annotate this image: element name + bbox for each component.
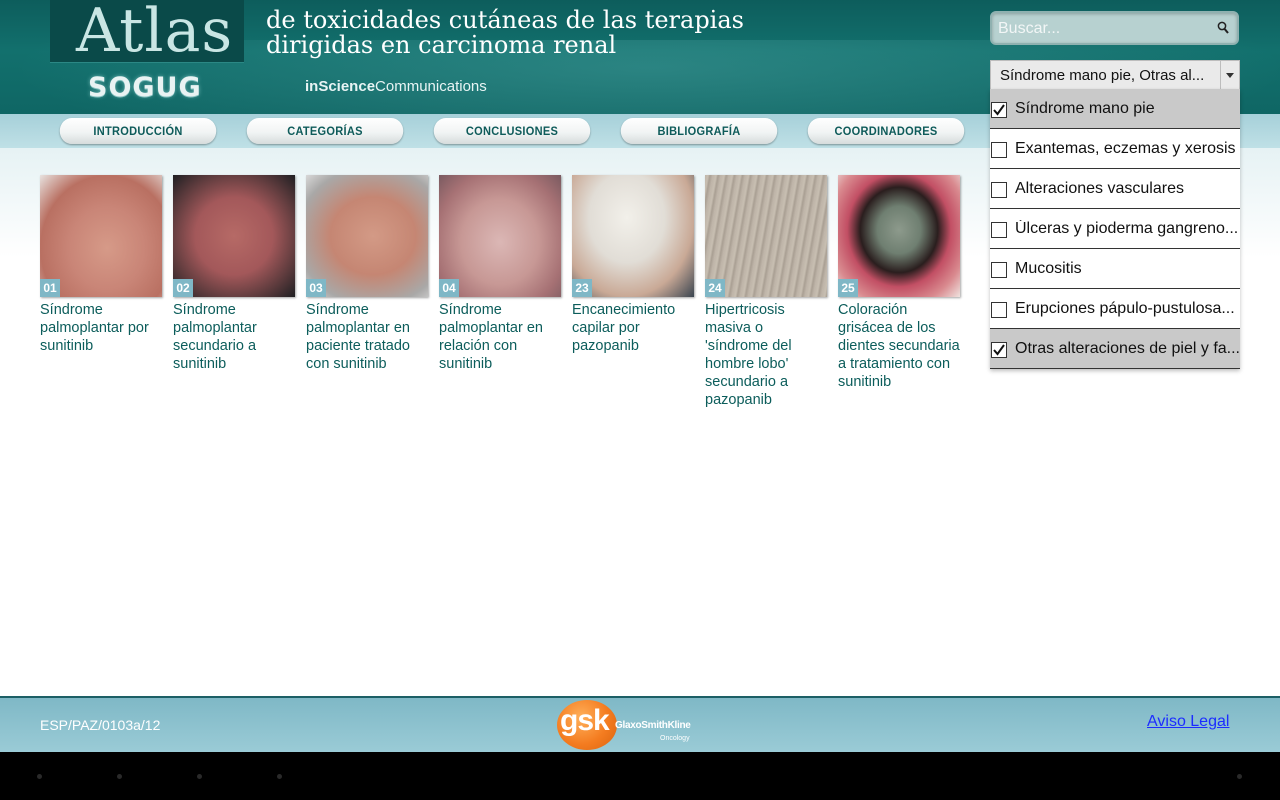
atlas-title: Atlas [76,0,234,66]
item-number-badge: 03 [306,279,326,297]
category-option-alteraciones-vasculares[interactable]: Alteraciones vasculares [990,169,1240,209]
search-input[interactable] [998,18,1208,40]
nav-coordinadores[interactable]: COORDINADORES [807,118,965,144]
gallery-item[interactable]: 04 Síndrome palmoplantar en relación con… [439,175,561,373]
checkbox-checked[interactable] [991,102,1007,118]
item-number-badge: 04 [439,279,459,297]
gallery-item[interactable]: 02 Síndrome palmoplantar secundario a su… [173,175,295,373]
gsk-logo: gsk GlaxoSmithKline Oncology [557,698,697,752]
gsk-logo-division: Oncology [660,735,690,742]
category-option-exantemas[interactable]: Exantemas, eczemas y xerosis [990,129,1240,169]
category-option-label: Síndrome mano pie [1015,100,1155,117]
checkbox[interactable] [991,182,1007,198]
publisher-logo: inScienceCommunications [305,78,487,95]
checkmark-icon [993,104,1005,116]
chevron-down-icon [1226,73,1234,78]
checkbox[interactable] [991,222,1007,238]
search-icon[interactable] [1217,21,1229,35]
category-option-label: Úlceras y pioderma gangreno... [1015,220,1239,237]
publisher-rest: Communications [375,78,487,95]
publisher-bold: inScience [305,78,376,95]
gallery-item[interactable]: 23 Encanecimiento capilar por pazopanib [572,175,694,355]
checkbox[interactable] [991,262,1007,278]
category-option-otras-alteraciones[interactable]: Otras alteraciones de piel y fa... [990,329,1240,369]
category-option-label: Exantemas, eczemas y xerosis [1015,140,1236,157]
item-caption[interactable]: Coloración grisácea de los dientes secun… [838,301,960,391]
category-option-mucositis[interactable]: Mucositis [990,249,1240,289]
item-number-badge: 24 [705,279,725,297]
menu-icon[interactable] [277,774,282,779]
gallery-item[interactable]: 25 Coloración grisácea de los dientes se… [838,175,960,391]
item-number-badge: 02 [173,279,193,297]
photo-thumbnail[interactable]: 25 [838,175,960,297]
gallery-item[interactable]: 03 Síndrome palmoplantar en paciente tra… [306,175,428,373]
photo-thumbnail[interactable]: 04 [439,175,561,297]
category-option-label: Alteraciones vasculares [1015,180,1184,197]
checkbox[interactable] [991,302,1007,318]
category-option-label: Erupciones pápulo-pustulosa... [1015,300,1235,317]
photo-thumbnail[interactable]: 02 [173,175,295,297]
nav-introduccion[interactable]: INTRODUCCIÓN [59,118,217,144]
category-option-label: Otras alteraciones de piel y fa... [1015,340,1240,357]
item-caption[interactable]: Síndrome palmoplantar por sunitinib [40,301,162,355]
nav-categorias[interactable]: CATEGORÍAS [246,118,404,144]
system-navigation-bar [0,752,1280,800]
document-code: ESP/PAZ/0103a/12 [40,717,161,733]
category-dropdown-list: Síndrome mano pie Exantemas, eczemas y x… [990,89,1240,369]
gsk-logo-mark: gsk [560,704,610,737]
status-icon [1237,774,1242,779]
nav-bibliografia[interactable]: BIBLIOGRAFÍA [620,118,778,144]
photo-thumbnail[interactable]: 01 [40,175,162,297]
checkmark-icon [993,344,1005,356]
category-select[interactable]: Síndrome mano pie, Otras al... [990,60,1240,90]
subtitle-line-1: de toxicidades cutáneas de las terapias [266,6,744,34]
photo-thumbnail[interactable]: 23 [572,175,694,297]
subtitle-line-2: dirigidas en carcinoma renal [266,31,617,59]
app-footer: ESP/PAZ/0103a/12 gsk GlaxoSmithKline Onc… [0,696,1280,752]
item-caption[interactable]: Hipertricosis masiva o 'síndrome del hom… [705,301,827,409]
item-number-badge: 25 [838,279,858,297]
back-icon[interactable] [37,774,42,779]
category-option-sindrome-mano-pie[interactable]: Síndrome mano pie [990,89,1240,129]
category-option-label: Mucositis [1015,260,1082,277]
recent-apps-icon[interactable] [197,774,202,779]
legal-notice-link[interactable]: Aviso Legal [1147,713,1229,731]
item-caption[interactable]: Síndrome palmoplantar secundario a sunit… [173,301,295,373]
category-option-ulceras[interactable]: Úlceras y pioderma gangreno... [990,209,1240,249]
gallery-item[interactable]: 24 Hipertricosis masiva o 'síndrome del … [705,175,827,409]
checkbox[interactable] [991,142,1007,158]
nav-conclusiones[interactable]: CONCLUSIONES [433,118,591,144]
category-option-erupciones[interactable]: Erupciones pápulo-pustulosa... [990,289,1240,329]
gsk-logo-name: GlaxoSmithKline [615,720,691,731]
search-box [990,11,1239,45]
category-select-toggle[interactable] [1220,61,1239,89]
photo-thumbnail[interactable]: 24 [705,175,827,297]
item-number-badge: 23 [572,279,592,297]
home-icon[interactable] [117,774,122,779]
sogug-logo: SOGUG [88,72,202,103]
item-caption[interactable]: Síndrome palmoplantar en relación con su… [439,301,561,373]
photo-thumbnail[interactable]: 03 [306,175,428,297]
item-number-badge: 01 [40,279,60,297]
app-subtitle: de toxicidades cutáneas de las terapias … [266,8,766,58]
item-caption[interactable]: Encanecimiento capilar por pazopanib [572,301,694,355]
item-caption[interactable]: Síndrome palmoplantar en paciente tratad… [306,301,428,373]
category-select-value: Síndrome mano pie, Otras al... [1000,67,1205,84]
checkbox-checked[interactable] [991,342,1007,358]
gallery-item[interactable]: 01 Síndrome palmoplantar por sunitinib [40,175,162,355]
